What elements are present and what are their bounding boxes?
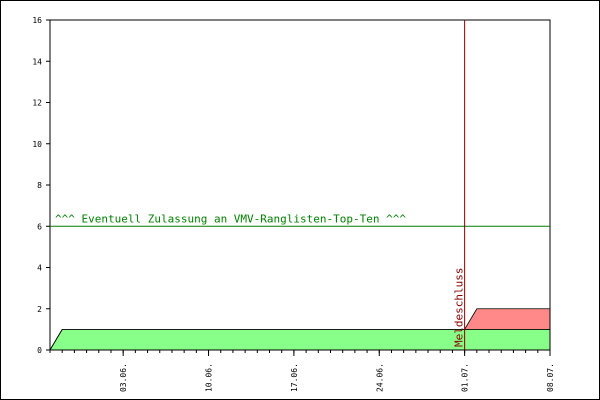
y-tick-label: 16 [32, 16, 42, 25]
chart-frame: 0 2 4 6 8 10 12 14 16 03.06. 10.06. 17.06. 24.06. 01.… [0, 0, 600, 400]
y-tick-label: 2 [37, 305, 42, 314]
y-tick-label: 4 [37, 264, 42, 273]
y-tick-label: 14 [32, 57, 42, 66]
x-tick-label: 08.07. [546, 363, 555, 392]
stacked-area-chart: 0 2 4 6 8 10 12 14 16 03.06. 10.06. 17.06. 24.06. 01.… [32, 16, 555, 392]
plot-border [49, 19, 551, 351]
deadline-label: Meldeschluss [453, 268, 466, 347]
area-series-1 [49, 328, 551, 351]
x-tick-label: 17.06. [290, 363, 299, 392]
x-tick-label: 01.07. [461, 363, 470, 392]
y-tick-label: 10 [32, 140, 42, 149]
y-tick-label: 8 [37, 181, 42, 190]
x-tick-label: 24.06. [375, 363, 384, 392]
threshold-label: ^^^ Eventuell Zulassung an VMV-Rangliste… [55, 212, 406, 225]
x-tick-label: 03.06. [119, 363, 128, 392]
x-tick-label: 10.06. [205, 363, 214, 392]
y-tick-label: 0 [37, 346, 42, 355]
y-tick-label: 6 [37, 222, 42, 231]
y-tick-label: 12 [32, 99, 42, 108]
